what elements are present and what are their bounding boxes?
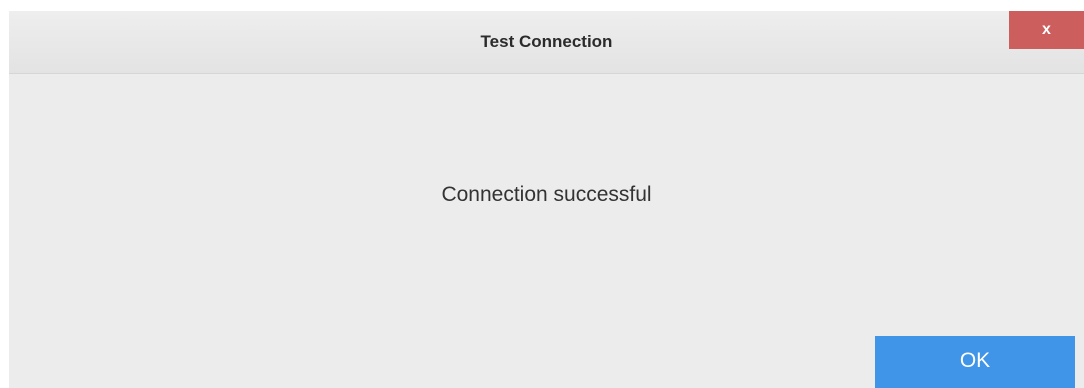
close-button[interactable]: x bbox=[1009, 11, 1084, 49]
test-connection-dialog: Test Connection x Connection successful … bbox=[9, 11, 1084, 388]
status-message: Connection successful bbox=[441, 183, 652, 206]
dialog-titlebar: Test Connection x bbox=[9, 11, 1084, 74]
dialog-title: Test Connection bbox=[480, 32, 613, 51]
ok-button[interactable]: OK bbox=[875, 336, 1075, 388]
